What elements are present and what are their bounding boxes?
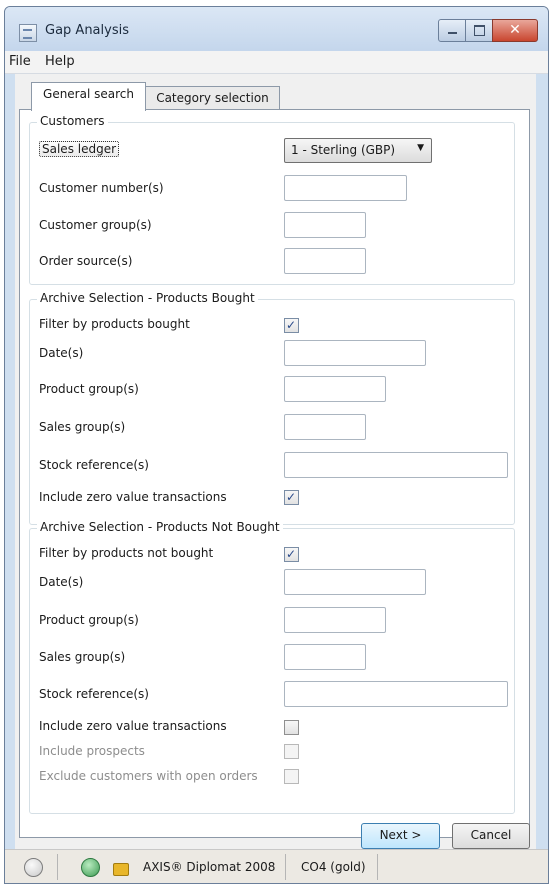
bought-product-groups-field[interactable]: [284, 376, 386, 402]
order-source-field[interactable]: [284, 248, 366, 274]
help-icon[interactable]: [24, 858, 43, 877]
status-bar: AXIS® Diplomat 2008 CO4 (gold): [5, 849, 548, 883]
products-not-bought-group: Archive Selection - Products Not Bought …: [29, 520, 515, 814]
gap-analysis-window: Gap Analysis ✕ File Help General search …: [4, 6, 549, 884]
customers-group-title: Customers: [37, 114, 108, 128]
sales-ledger-dropdown[interactable]: 1 - Sterling (GBP) ▼: [284, 138, 432, 163]
filter-not-bought-checkbox[interactable]: ✓: [284, 547, 299, 562]
close-button[interactable]: ✕: [492, 19, 538, 42]
not-bought-dates-label: Date(s): [39, 575, 84, 589]
customer-numbers-field[interactable]: [284, 175, 407, 201]
cancel-button[interactable]: Cancel: [452, 823, 530, 849]
window-title: Gap Analysis: [45, 23, 129, 38]
bought-zero-value-label: Include zero value transactions: [39, 490, 227, 504]
exclude-open-orders-checkbox[interactable]: [284, 769, 299, 784]
globe-icon[interactable]: [81, 858, 100, 877]
customer-groups-field[interactable]: [284, 212, 366, 238]
filter-not-bought-label: Filter by products not bought: [39, 546, 214, 560]
chevron-down-icon: ▼: [417, 143, 424, 153]
filter-bought-checkbox[interactable]: ✓: [284, 318, 299, 333]
bought-zero-value-checkbox[interactable]: ✓: [284, 490, 299, 505]
not-bought-stock-refs-field[interactable]: [284, 681, 508, 707]
products-bought-title: Archive Selection - Products Bought: [37, 291, 258, 305]
not-bought-stock-refs-label: Stock reference(s): [39, 687, 149, 701]
include-prospects-checkbox[interactable]: [284, 744, 299, 759]
close-icon: ✕: [509, 22, 521, 38]
maximize-button[interactable]: [465, 19, 494, 42]
general-search-page: Customers Sales ledger 1 - Sterling (GBP…: [19, 109, 530, 838]
not-bought-product-groups-label: Product group(s): [39, 613, 139, 627]
order-source-label: Order source(s): [39, 254, 133, 268]
customers-group: Customers Sales ledger 1 - Sterling (GBP…: [29, 114, 515, 285]
include-prospects-label: Include prospects: [39, 744, 145, 758]
not-bought-sales-groups-field[interactable]: [284, 644, 366, 670]
menu-file[interactable]: File: [9, 54, 31, 69]
company-indicator: CO4 (gold): [301, 860, 366, 874]
bought-sales-groups-label: Sales group(s): [39, 420, 126, 434]
menu-bar: File Help: [5, 51, 548, 74]
checkmark-icon: ✓: [286, 318, 297, 332]
checkmark-icon: ✓: [286, 490, 297, 504]
bought-stock-refs-label: Stock reference(s): [39, 458, 149, 472]
customer-groups-label: Customer group(s): [39, 218, 152, 232]
bought-product-groups-label: Product group(s): [39, 382, 139, 396]
bought-sales-groups-field[interactable]: [284, 414, 366, 440]
tab-category-selection[interactable]: Category selection: [145, 86, 280, 110]
bought-dates-field[interactable]: [284, 340, 426, 366]
app-icon: [19, 24, 37, 42]
lock-icon: [113, 863, 129, 876]
sales-ledger-label: Sales ledger: [39, 141, 120, 157]
checkmark-icon: ✓: [286, 547, 297, 561]
filter-bought-label: Filter by products bought: [39, 317, 190, 331]
customer-numbers-label: Customer number(s): [39, 181, 164, 195]
menu-help[interactable]: Help: [45, 54, 75, 69]
sales-ledger-value: 1 - Sterling (GBP): [291, 143, 396, 157]
next-button[interactable]: Next >: [361, 823, 440, 849]
not-bought-zero-value-label: Include zero value transactions: [39, 719, 227, 733]
products-not-bought-title: Archive Selection - Products Not Bought: [37, 520, 283, 534]
not-bought-product-groups-field[interactable]: [284, 607, 386, 633]
dialog-client: General search Category selection Custom…: [15, 74, 536, 849]
product-version: AXIS® Diplomat 2008: [143, 860, 276, 874]
title-bar: Gap Analysis ✕: [5, 7, 548, 51]
not-bought-zero-value-checkbox[interactable]: [284, 720, 299, 735]
bought-stock-refs-field[interactable]: [284, 452, 508, 478]
exclude-open-orders-label: Exclude customers with open orders: [39, 769, 258, 783]
minimize-button[interactable]: [438, 19, 467, 42]
products-bought-group: Archive Selection - Products Bought Filt…: [29, 291, 515, 525]
not-bought-sales-groups-label: Sales group(s): [39, 650, 126, 664]
not-bought-dates-field[interactable]: [284, 569, 426, 595]
tab-general-search[interactable]: General search: [31, 82, 146, 111]
bought-dates-label: Date(s): [39, 346, 84, 360]
